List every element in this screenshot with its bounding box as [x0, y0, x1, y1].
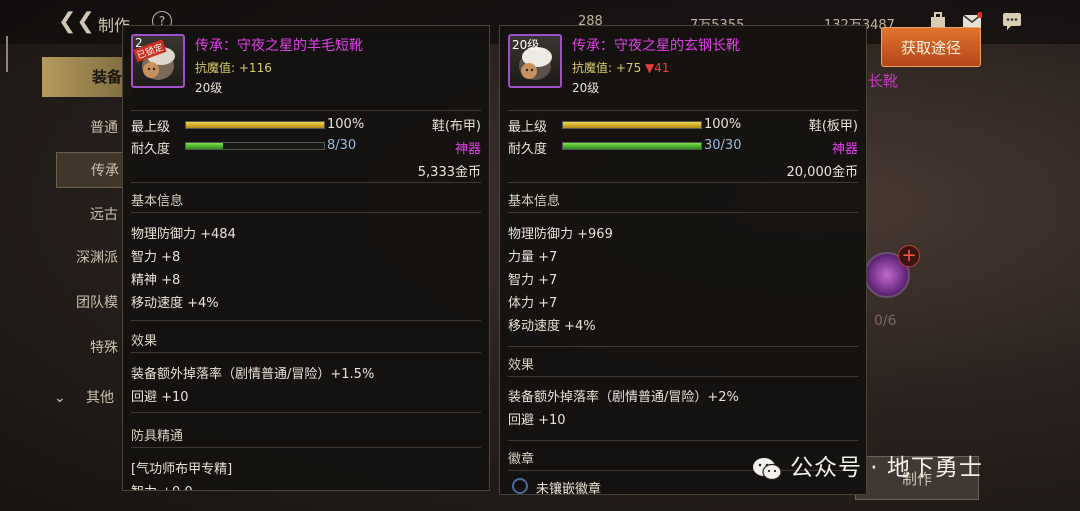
effect-title: 效果: [131, 334, 158, 349]
item-price: 20,000金币: [786, 165, 859, 180]
divider: [508, 346, 858, 347]
divider: [131, 447, 481, 448]
sidebar-item-legacy[interactable]: 传承: [56, 152, 132, 188]
anti-magic: 抗魔值: +116: [195, 59, 272, 76]
item-level: 20级: [572, 81, 600, 95]
item-type: 鞋(板甲): [808, 119, 858, 134]
add-icon[interactable]: +: [898, 245, 920, 267]
basic-info-title: 基本信息: [131, 194, 184, 209]
item-price: 5,333金币: [417, 165, 481, 180]
mastery-line: [气功师布甲专精]: [131, 462, 233, 477]
mastery-cut-line: 智力 +0.0: [131, 481, 193, 490]
stat-line: 移动速度 +4%: [508, 319, 596, 334]
stat-line: 智力 +7: [508, 273, 558, 288]
stat-line: 移动速度 +4%: [131, 296, 219, 311]
chat-icon[interactable]: [1002, 12, 1022, 30]
max-level-bar: [185, 121, 325, 129]
effect-line: 装备额外掉落率（剧情普通/冒险）+1.5%: [131, 367, 375, 382]
divider: [508, 110, 858, 111]
divider: [508, 440, 858, 441]
stat-line: 精神 +8: [131, 273, 181, 288]
mastery-title: 防具精通: [131, 429, 184, 444]
sidebar-item-abyss[interactable]: 深渊派: [56, 240, 132, 276]
max-level-bar-fill: [186, 122, 324, 128]
anti-magic-value: +75: [615, 61, 642, 75]
emblem-line: 未镶嵌徽章: [536, 482, 602, 495]
basic-info-title: 基本信息: [508, 194, 561, 209]
divider: [131, 212, 481, 213]
item-type: 鞋(布甲): [431, 119, 481, 134]
item-icon: 20级: [508, 34, 562, 88]
anti-magic-change: ▼41: [645, 61, 670, 75]
max-level-value: 100%: [704, 117, 742, 132]
effect-title: 效果: [508, 358, 535, 373]
anti-magic: 抗魔值: +75 ▼41: [572, 59, 670, 76]
item-name: 传承：守夜之星的羊毛短靴: [195, 38, 363, 54]
icon-level: 20级: [512, 38, 540, 52]
item-tooltip-left: 2 已锁定 传承：守夜之星的羊毛短靴 抗魔值: +116 20级 最上级 100…: [122, 25, 490, 491]
sidebar-category-equipment[interactable]: 装备: [42, 57, 132, 97]
durability-bar: [185, 142, 325, 150]
left-edge-marker: [6, 36, 8, 72]
divider: [131, 320, 481, 321]
sidebar-item-raid[interactable]: 团队模: [56, 285, 132, 321]
durability-bar-fill: [563, 143, 701, 149]
emblem-slot-icon: [512, 478, 528, 494]
divider: [508, 182, 858, 183]
durability-value: 8/30: [327, 138, 357, 153]
max-level-bar-fill: [563, 122, 701, 128]
max-level-label: 最上级: [131, 120, 171, 135]
sidebar-item-other[interactable]: ⌄ 其他: [46, 380, 132, 416]
sidebar-item-normal[interactable]: 普通: [56, 110, 132, 146]
item-tooltip-right: 20级 传承：守夜之星的玄钢长靴 抗魔值: +75 ▼41 20级 最上级 10…: [499, 25, 867, 495]
stat-line: 体力 +7: [508, 296, 558, 311]
watermark: 公众号 · 地下勇士: [752, 448, 983, 488]
wechat-icon: [753, 457, 782, 480]
max-level-bar: [562, 121, 702, 129]
divider: [131, 412, 481, 413]
obtain-button[interactable]: 获取途径: [881, 27, 981, 67]
durability-bar: [562, 142, 702, 150]
max-level-value: 100%: [327, 117, 365, 132]
durability-label: 耐久度: [131, 142, 171, 157]
max-level-label: 最上级: [508, 120, 548, 135]
background-item-name: 长靴: [868, 72, 899, 90]
watermark-text: 公众号 · 地下勇士: [790, 455, 983, 481]
stat-line: 力量 +7: [508, 250, 558, 265]
effect-line: 回避 +10: [508, 413, 566, 428]
divider: [131, 110, 481, 111]
chevron-down-icon: ⌄: [54, 390, 66, 406]
item-level: 20级: [195, 81, 223, 95]
emblem-title: 徽章: [508, 452, 535, 467]
durability-label: 耐久度: [508, 142, 548, 157]
stat-line: 物理防御力 +484: [131, 227, 236, 242]
divider: [508, 376, 858, 377]
anti-magic-value: +116: [238, 61, 272, 75]
stat-line: 物理防御力 +969: [508, 227, 613, 242]
effect-line: 回避 +10: [131, 390, 189, 405]
divider: [131, 352, 481, 353]
material-count: 0/6: [874, 313, 897, 329]
anti-magic-label: 抗魔值:: [195, 61, 236, 75]
item-icon: 2 已锁定: [131, 34, 185, 88]
effect-line: 装备额外掉落率（剧情普通/冒险）+2%: [508, 390, 739, 405]
stat-line: 智力 +8: [131, 250, 181, 265]
back-arrow-icon[interactable]: ❮❮: [58, 10, 95, 34]
item-rarity: 神器: [454, 142, 481, 157]
sidebar-item-special[interactable]: 特殊: [56, 330, 132, 366]
divider: [508, 212, 858, 213]
item-rarity: 神器: [831, 142, 858, 157]
durability-value: 30/30: [704, 138, 742, 153]
durability-bar-fill: [186, 143, 223, 149]
item-name: 传承：守夜之星的玄钢长靴: [572, 38, 740, 54]
divider: [131, 182, 481, 183]
anti-magic-label: 抗魔值:: [572, 61, 613, 75]
sidebar-other-label: 其他: [86, 390, 114, 406]
sidebar-item-ancient[interactable]: 远古: [56, 197, 132, 233]
sidebar-category-label: 装备: [92, 68, 123, 86]
